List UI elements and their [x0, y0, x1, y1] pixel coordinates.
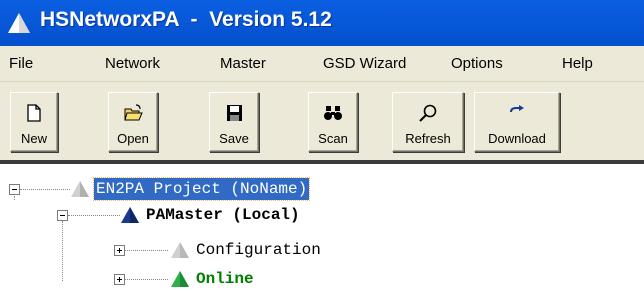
project-triangle-icon: [71, 181, 89, 197]
tree-node-configuration[interactable]: Configuration: [194, 239, 323, 261]
open-button[interactable]: Open: [108, 92, 158, 152]
triangle-app-icon: [8, 13, 30, 33]
window-title: HSNetworxPA - Version 5.12: [40, 8, 332, 31]
scan-button-label: Scan: [318, 131, 348, 146]
menu-file[interactable]: File: [9, 55, 33, 72]
tree-node-pamaster[interactable]: PAMaster (Local): [144, 204, 302, 226]
configuration-triangle-icon: [171, 242, 189, 258]
save-button[interactable]: Save: [209, 92, 259, 152]
new-button[interactable]: New: [10, 92, 58, 152]
tree-node-project[interactable]: EN2PA Project (NoName): [92, 177, 311, 201]
download-button[interactable]: Download: [474, 92, 560, 152]
tree-connector: [62, 221, 63, 281]
tree-connector: [120, 279, 168, 280]
menu-network[interactable]: Network: [105, 55, 160, 72]
new-file-icon: [27, 104, 41, 122]
tree-connector: [120, 250, 168, 251]
download-arrow-icon: [510, 105, 524, 113]
new-button-label: New: [20, 131, 47, 146]
master-triangle-icon: [121, 207, 139, 223]
scan-button[interactable]: Scan: [308, 92, 358, 152]
menu-help[interactable]: Help: [562, 55, 593, 72]
menu-options[interactable]: Options: [451, 55, 503, 72]
tree-connector: [14, 196, 15, 200]
title-bar[interactable]: HSNetworxPA - Version 5.12: [0, 0, 644, 46]
tree-connector: [68, 215, 120, 216]
collapse-icon[interactable]: [9, 184, 20, 195]
expand-icon[interactable]: [114, 274, 125, 285]
download-button-label: Download: [488, 131, 546, 146]
refresh-button-label: Refresh: [405, 131, 451, 146]
refresh-button[interactable]: Refresh: [392, 92, 464, 152]
menu-gsd-wizard[interactable]: GSD Wizard: [323, 55, 406, 72]
project-tree: EN2PA Project (NoName) PAMaster (Local) …: [0, 164, 644, 292]
collapse-icon[interactable]: [57, 210, 68, 221]
binoculars-icon: [324, 106, 342, 120]
expand-icon[interactable]: [114, 245, 125, 256]
floppy-disk-icon: [227, 105, 242, 121]
online-triangle-icon: [171, 271, 189, 287]
menu-bar: File Network Master GSD Wizard Options H…: [0, 46, 644, 82]
toolbar: New Open Save Scan Refresh Download: [0, 82, 644, 162]
tree-connector: [20, 189, 70, 190]
open-button-label: Open: [117, 131, 149, 146]
menu-master[interactable]: Master: [220, 55, 266, 72]
save-button-label: Save: [219, 131, 249, 146]
open-folder-icon: [124, 104, 143, 121]
magnifier-icon: [419, 104, 437, 122]
tree-node-online[interactable]: Online: [194, 268, 256, 290]
